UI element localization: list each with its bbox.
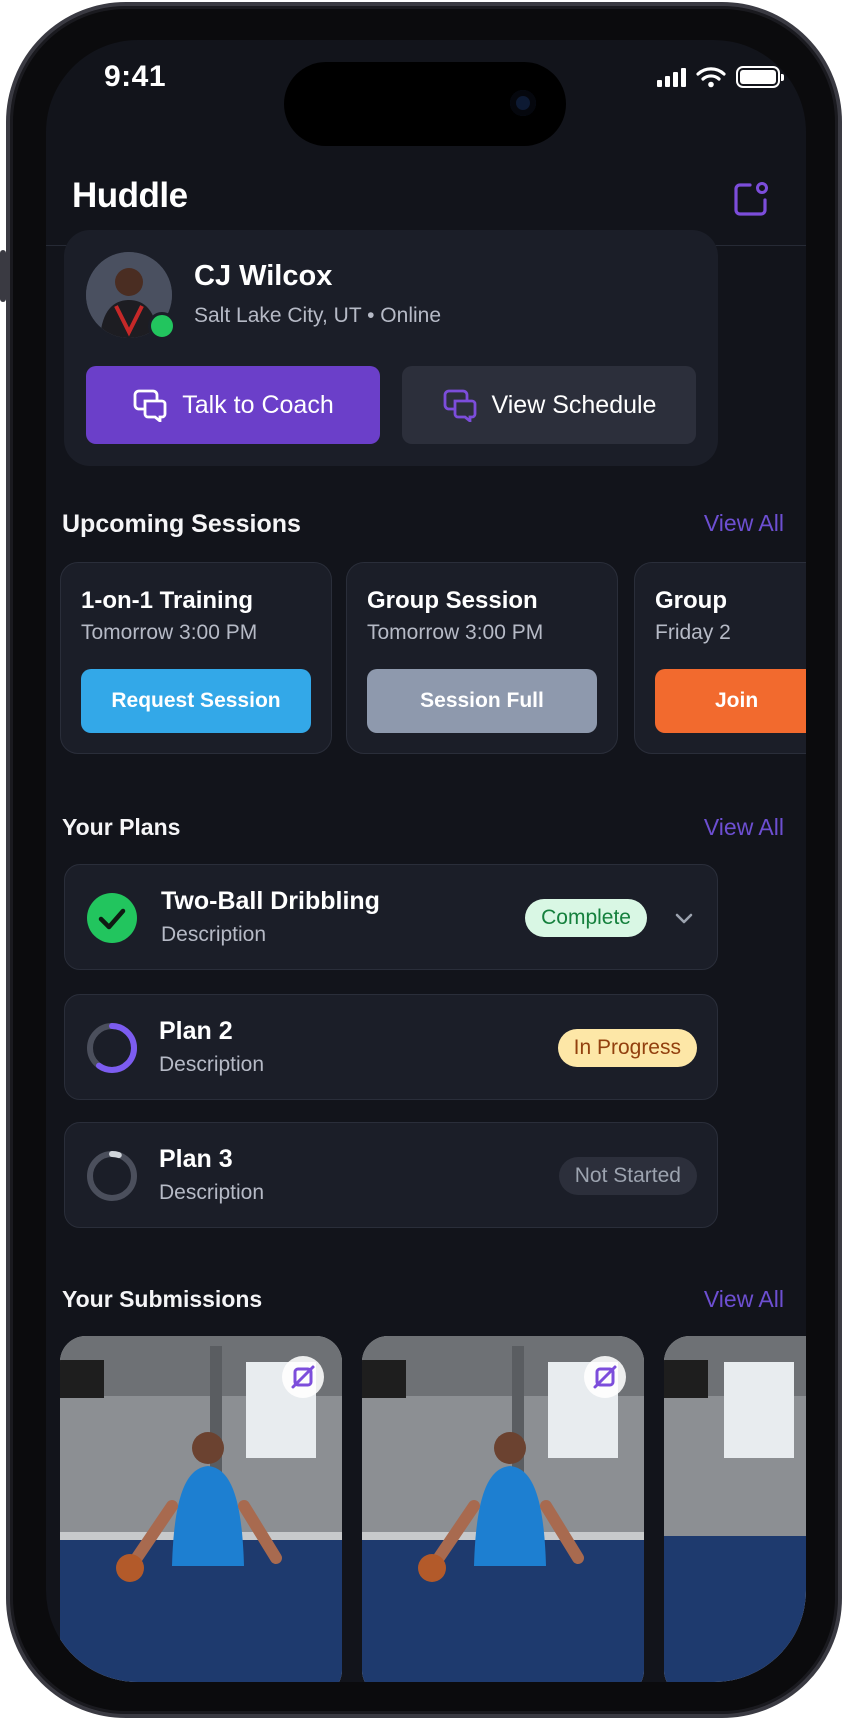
profile-card: CJ Wilcox Salt Lake City, UT • Online Ta… <box>64 230 718 466</box>
status-time: 9:41 <box>104 60 167 93</box>
session-full-button[interactable]: Session Full <box>367 669 597 733</box>
checkmark-circle-icon <box>87 893 137 943</box>
cellular-signal-icon <box>657 67 686 87</box>
battery-icon <box>736 66 784 88</box>
session-title: Group <box>655 587 727 614</box>
chat-bubbles-icon <box>133 389 167 422</box>
status-badge: Complete <box>525 899 647 937</box>
status-bar: 9:41 <box>46 40 806 150</box>
gym-photo <box>664 1336 806 1682</box>
plan-row[interactable]: Plan 2 Description In Progress <box>64 994 718 1100</box>
profile-name: CJ Wilcox <box>194 260 333 292</box>
chat-bubbles-icon <box>443 389 476 422</box>
upcoming-sessions-view-all-link[interactable]: View All <box>704 510 784 537</box>
plan-row[interactable]: Two-Ball Dribbling Description Complete <box>64 864 718 970</box>
upcoming-sessions-title: Upcoming Sessions <box>62 510 301 538</box>
session-card: Group Friday 2 Join <box>634 562 806 754</box>
status-badge: In Progress <box>557 1029 697 1067</box>
session-title: Group Session <box>367 587 538 614</box>
progress-ring-icon <box>87 1151 137 1201</box>
plan-description: Description <box>159 1181 265 1204</box>
session-time: Tomorrow 3:00 PM <box>81 621 258 644</box>
plans-view-all-link[interactable]: View All <box>704 814 784 841</box>
session-card: 1-on-1 Training Tomorrow 3:00 PM Request… <box>60 562 332 754</box>
plans-title: Your Plans <box>62 814 181 840</box>
session-time: Friday 2 <box>655 621 731 644</box>
camera-icon <box>510 90 536 116</box>
submissions-title: Your Submissions <box>62 1286 263 1312</box>
plan-description: Description <box>159 1053 265 1076</box>
submission-thumbnail[interactable] <box>664 1336 806 1682</box>
link-icon <box>291 1365 315 1389</box>
talk-to-coach-button[interactable]: Talk to Coach <box>86 366 380 444</box>
status-badge: Not Started <box>558 1157 697 1195</box>
dynamic-island <box>284 62 566 146</box>
plan-name: Two-Ball Dribbling <box>161 887 380 915</box>
request-session-button[interactable]: Request Session <box>81 669 311 733</box>
phone-side-button <box>0 250 6 302</box>
join-session-button[interactable]: Join <box>655 669 806 733</box>
session-title: 1-on-1 Training <box>81 587 254 614</box>
profile-location-status: Salt Lake City, UT • Online <box>194 304 442 327</box>
chevron-down-icon[interactable] <box>673 907 695 929</box>
plan-name: Plan 2 <box>159 1017 233 1045</box>
talk-to-coach-label: Talk to Coach <box>182 390 334 419</box>
submission-status-badge <box>584 1356 626 1398</box>
app-screen: 9:41 Huddle CJ Wilcox Salt Lake City, UT… <box>46 40 806 1682</box>
submission-thumbnail[interactable] <box>60 1336 342 1682</box>
link-icon <box>593 1365 617 1389</box>
submissions-view-all-link[interactable]: View All <box>704 1286 784 1313</box>
session-time: Tomorrow 3:00 PM <box>367 621 544 644</box>
progress-ring-icon <box>87 1023 137 1073</box>
submission-status-badge <box>282 1356 324 1398</box>
notification-icon[interactable] <box>732 180 770 218</box>
submission-thumbnail[interactable] <box>362 1336 644 1682</box>
online-status-indicator <box>148 312 176 340</box>
wifi-icon <box>696 67 726 88</box>
status-icons <box>657 66 784 88</box>
plan-row[interactable]: Plan 3 Description Not Started <box>64 1122 718 1228</box>
view-schedule-button[interactable]: View Schedule <box>402 366 696 444</box>
plan-name: Plan 3 <box>159 1145 233 1173</box>
plan-description: Description <box>161 923 267 946</box>
session-card: Group Session Tomorrow 3:00 PM Session F… <box>346 562 618 754</box>
view-schedule-label: View Schedule <box>491 390 657 419</box>
app-title: Huddle <box>72 176 188 215</box>
